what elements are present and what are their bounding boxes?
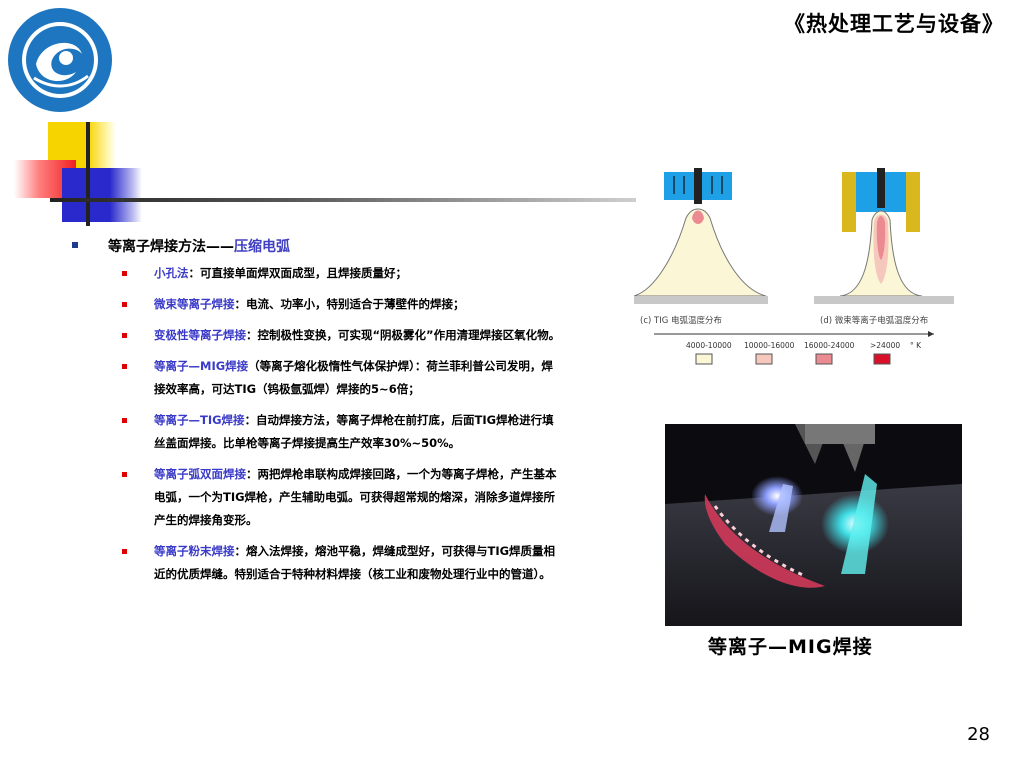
course-title: 《热处理工艺与设备》: [784, 11, 1004, 36]
item-term: 小孔法: [154, 266, 189, 280]
list-item: 等离子—TIG焊接：自动焊接方法，等离子焊枪在前打底，后面TIG焊枪进行填丝盖面…: [122, 409, 562, 455]
bullet-icon: [122, 418, 127, 423]
legend-swatch: [695, 353, 713, 365]
section-heading-highlight: 压缩电弧: [234, 239, 290, 255]
item-text: ：可直接单面焊双面成型，且焊接质量好；: [188, 266, 408, 280]
list-item: 小孔法：可直接单面焊双面成型，且焊接质量好；: [122, 262, 562, 285]
bullet-icon: [122, 302, 127, 307]
deco-horizontal-line: [50, 198, 636, 202]
item-text: ：电流、功率小，特别适合于薄壁件的焊接；: [234, 297, 465, 311]
figure-label-d: (d) 微束等离子电弧温度分布: [820, 315, 928, 326]
torch-d-right-wall: [906, 172, 920, 232]
legend-range: 4000-10000: [686, 341, 732, 350]
legend-range: 10000-16000: [744, 341, 795, 350]
plasma-mig-photo: [665, 424, 962, 626]
item-term: 等离子弧双面焊接: [154, 467, 246, 481]
deco-blue-fade: [110, 168, 142, 222]
torch-d-electrode: [877, 168, 885, 208]
section-heading: 等离子焊接方法——压缩电弧: [108, 236, 290, 256]
legend-range: 16000-24000: [804, 341, 855, 350]
list-item: 等离子粉末焊接：熔入法焊接，熔池平稳，焊缝成型好，可获得与TIG焊质量相近的优质…: [122, 540, 562, 586]
bullet-icon: [122, 333, 127, 338]
legend-swatch: [755, 353, 773, 365]
legend-swatch: [873, 353, 891, 365]
deco-vertical-line: [86, 122, 90, 226]
item-term: 微束等离子焊接: [154, 297, 235, 311]
bullet-icon: [122, 271, 127, 276]
list-item: 变极性等离子焊接：控制极性变换，可实现“阴极雾化”作用清理焊接区氧化物。: [122, 324, 562, 347]
page-number: 28: [967, 724, 990, 745]
photo-caption: 等离子—MIG焊接: [708, 636, 873, 658]
list-item: 等离子弧双面焊接：两把焊枪串联构成焊接回路，一个为等离子焊枪，产生基本电弧，一个…: [122, 463, 562, 532]
item-term: 变极性等离子焊接: [154, 328, 246, 342]
deco-yellow-fade: [88, 122, 116, 168]
scale-arrow-icon: [928, 331, 934, 337]
torch-c-electrode: [694, 168, 702, 204]
main-bullet: [72, 242, 78, 248]
arc-temperature-figure: (c) TIG 电弧温度分布 (d) 微束等离子电弧温度分布 4000-1000…: [634, 168, 954, 365]
method-list: 小孔法：可直接单面焊双面成型，且焊接质量好； 微束等离子焊接：电流、功率小，特别…: [122, 262, 562, 594]
torch-d-left-wall: [842, 172, 856, 232]
legend-swatch: [815, 353, 833, 365]
legend-unit: ° K: [910, 341, 922, 350]
legend-range: >24000: [870, 341, 900, 350]
school-logo: [8, 8, 112, 112]
item-text: ：控制极性变换，可实现“阴极雾化”作用清理焊接区氧化物。: [246, 328, 561, 342]
workpiece-c: [634, 296, 768, 304]
item-term: 等离子—MIG焊接: [154, 359, 249, 373]
list-item: 微束等离子焊接：电流、功率小，特别适合于薄壁件的焊接；: [122, 293, 562, 316]
item-term: 等离子粉末焊接: [154, 544, 235, 558]
figure-label-c: (c) TIG 电弧温度分布: [640, 315, 722, 326]
workpiece-d: [814, 296, 954, 304]
bullet-icon: [122, 364, 127, 369]
item-term: 等离子—TIG焊接: [154, 413, 245, 427]
section-heading-prefix: 等离子焊接方法——: [108, 239, 234, 255]
bullet-icon: [122, 472, 127, 477]
list-item: 等离子—MIG焊接（等离子熔化极惰性气体保护焊）：荷兰菲利普公司发明，焊接效率高…: [122, 355, 562, 401]
bullet-icon: [122, 549, 127, 554]
